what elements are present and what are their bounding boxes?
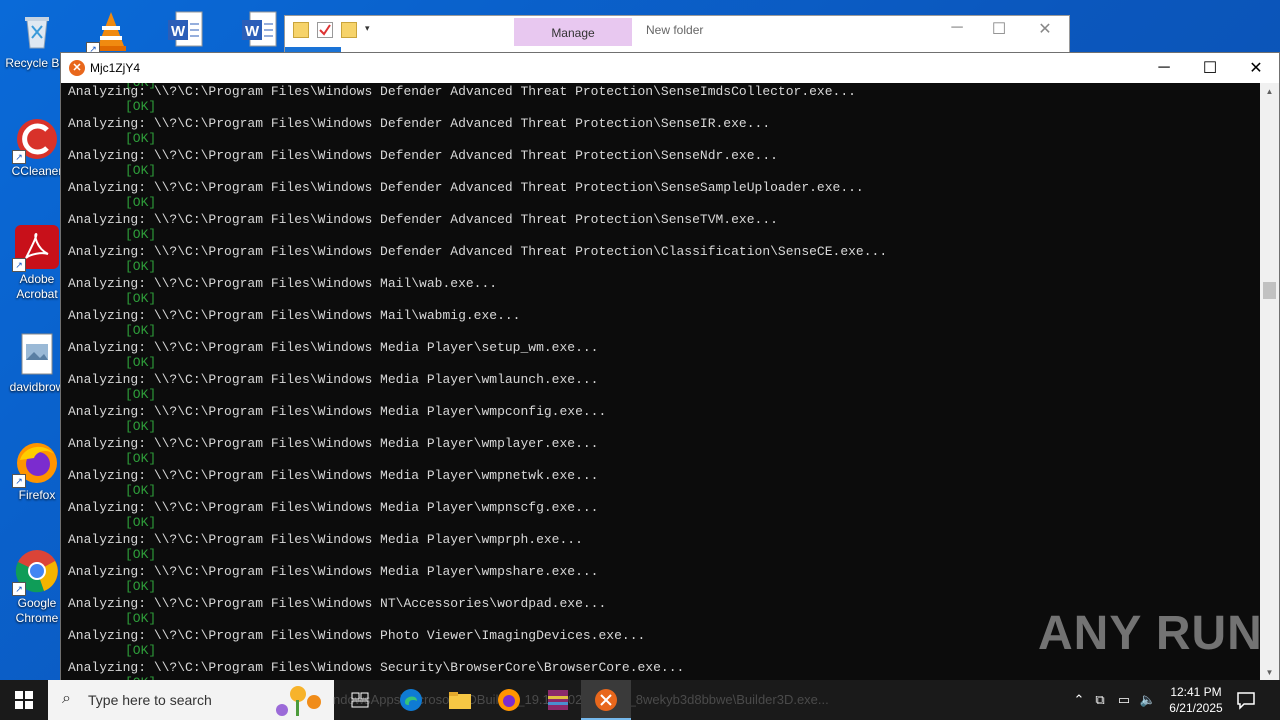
ok-status: [OK] (125, 515, 157, 530)
scroll-thumb[interactable] (1263, 282, 1276, 299)
start-button[interactable] (0, 680, 48, 720)
chevron-up-icon[interactable]: ⌃ (1070, 692, 1088, 708)
log-line: Analyzing: \\?\C:\Program Files\Windows … (68, 340, 599, 355)
log-line: Analyzing: \\?\C:\Program Files\Windows … (68, 372, 599, 387)
ok-status: [OK] (125, 611, 157, 626)
ok-status: [OK] (125, 387, 157, 402)
log-line: Analyzing: \\?\C:\Program Files\Windows … (68, 532, 583, 547)
ok-status: [OK] (125, 163, 157, 178)
explorer-title: New folder (646, 23, 704, 37)
winrar-icon[interactable] (544, 686, 572, 714)
ok-status: [OK] (125, 547, 157, 562)
svg-text:W: W (245, 23, 260, 40)
clock-date: 6/21/2025 (1169, 701, 1223, 715)
maximize-icon[interactable]: ☐ (979, 19, 1019, 39)
chrome-label: Google Chrome (15, 596, 59, 625)
close-icon[interactable]: ✕ (1025, 19, 1065, 39)
quick-access-toolbar: ▾ (293, 22, 379, 38)
scroll-down-icon[interactable]: ▼ (1260, 664, 1279, 681)
clock[interactable]: 12:41 PM 6/21/2025 (1164, 684, 1228, 716)
ok-status: [OK] (125, 259, 157, 274)
app-icon: ✕ (69, 60, 85, 76)
system-tray: ⌃ ⧉ ▭ 🔈 (1070, 680, 1160, 720)
ok-status: [OK] (125, 419, 157, 434)
log-line: Analyzing: \\?\C:\Program Files\Windows … (68, 500, 599, 515)
log-line: Analyzing: \\?\C:\Program Files\Windows … (68, 596, 607, 611)
folder-icon[interactable] (293, 22, 309, 38)
log-line: Analyzing: \\?\C:\Program Files\Windows … (68, 244, 888, 259)
log-line: Analyzing: \\?\C:\Program Files\Windows … (68, 84, 856, 99)
console-output: [OK] Analyzing: \\?\C:\Program Files\Win… (61, 83, 1259, 681)
ok-status: [OK] (125, 291, 157, 306)
search-box[interactable]: ⌕ Type here to search (48, 680, 334, 720)
clock-time: 12:41 PM (1170, 685, 1222, 699)
ok-status: [OK] (125, 131, 157, 146)
scroll-up-icon[interactable]: ▲ (1260, 83, 1279, 100)
volume-icon[interactable]: 🔈 (1136, 692, 1160, 708)
ok-status: [OK] (125, 355, 157, 370)
new-folder-icon[interactable] (341, 22, 357, 38)
svg-text:W: W (171, 23, 186, 40)
edge-icon[interactable] (397, 686, 425, 714)
log-line: Analyzing: \\?\C:\Program Files\Windows … (68, 404, 607, 419)
search-icon: ⌕ (62, 690, 71, 707)
log-line: Analyzing: \\?\C:\Program Files\Windows … (68, 660, 685, 675)
windows-logo-icon (15, 691, 33, 709)
console-window[interactable]: ✕ Mjc1ZjY4 ─ ☐ ✕ [OK] Analyzing: \\?\C:\… (60, 52, 1280, 682)
log-line: Analyzing: \\?\C:\Program Files\Windows … (68, 276, 498, 291)
console-title: Mjc1ZjY4 (90, 61, 141, 75)
properties-icon[interactable] (317, 22, 333, 38)
maximize-button[interactable]: ☐ (1187, 53, 1233, 83)
ok-status: [OK] (125, 195, 157, 210)
chevron-down-icon[interactable]: ▾ (365, 23, 379, 37)
search-placeholder: Type here to search (88, 692, 212, 708)
recycle-bin-icon (14, 8, 60, 54)
log-line: Analyzing: \\?\C:\Program Files\Windows … (68, 180, 864, 195)
ok-status: [OK] (125, 99, 157, 114)
notification-icon[interactable] (1236, 690, 1256, 710)
chrome-icon: ↗ (12, 548, 60, 596)
search-highlight-icon (276, 686, 321, 716)
console-titlebar[interactable]: ✕ Mjc1ZjY4 ─ ☐ ✕ (61, 53, 1279, 83)
network-device-icon[interactable]: ⧉ (1088, 692, 1112, 708)
ccleaner-icon: ↗ (12, 116, 60, 164)
ok-status: [OK] (125, 483, 157, 498)
firefox-icon: ↗ (12, 440, 60, 488)
desktop: Recycle Bin ↗ W W ↗ CCleaner ↗ Adobe Acr… (0, 0, 1280, 682)
log-line: Analyzing: \\?\C:\Program Files\Windows … (68, 436, 599, 451)
adobe-label: Adobe Acrobat (16, 272, 58, 301)
taskbar: ⌕ Type here to search ndowsApps\Microsof… (0, 680, 1280, 720)
ok-status: [OK] (125, 451, 157, 466)
anyrun-watermark: ANY RUN (1038, 607, 1263, 660)
file-explorer-icon[interactable] (446, 686, 474, 714)
log-line: Analyzing: \\?\C:\Program Files\Windows … (68, 116, 771, 131)
ok-status: [OK] (125, 227, 157, 242)
active-app-icon[interactable] (592, 686, 620, 714)
vlc-icon[interactable]: ↗ (74, 8, 148, 56)
acrobat-icon: ↗ (12, 224, 60, 272)
vertical-scrollbar[interactable]: ▲ ▼ (1260, 83, 1279, 681)
image-file-icon (14, 332, 60, 378)
minimize-icon[interactable]: ─ (937, 19, 977, 37)
log-line: Analyzing: \\?\C:\Program Files\Windows … (68, 148, 778, 163)
close-button[interactable]: ✕ (1233, 53, 1279, 83)
log-line: Analyzing: \\?\C:\Program Files\Windows … (68, 308, 521, 323)
task-view-icon[interactable] (346, 686, 374, 714)
minimize-button[interactable]: ─ (1141, 53, 1187, 83)
log-line: Analyzing: \\?\C:\Program Files\Windows … (68, 628, 646, 643)
log-line: Analyzing: \\?\C:\Program Files\Windows … (68, 564, 599, 579)
ok-status: [OK] (125, 323, 157, 338)
manage-tab[interactable]: Manage (514, 18, 632, 46)
log-line: Analyzing: \\?\C:\Program Files\Windows … (68, 468, 599, 483)
firefox-taskbar-icon[interactable] (495, 686, 523, 714)
log-line: Analyzing: \\?\C:\Program Files\Windows … (68, 212, 778, 227)
ok-status: [OK] (125, 643, 157, 658)
network-icon[interactable]: ▭ (1112, 692, 1136, 708)
ok-status: [OK] (125, 579, 157, 594)
word-doc-icon[interactable]: W (148, 8, 222, 56)
